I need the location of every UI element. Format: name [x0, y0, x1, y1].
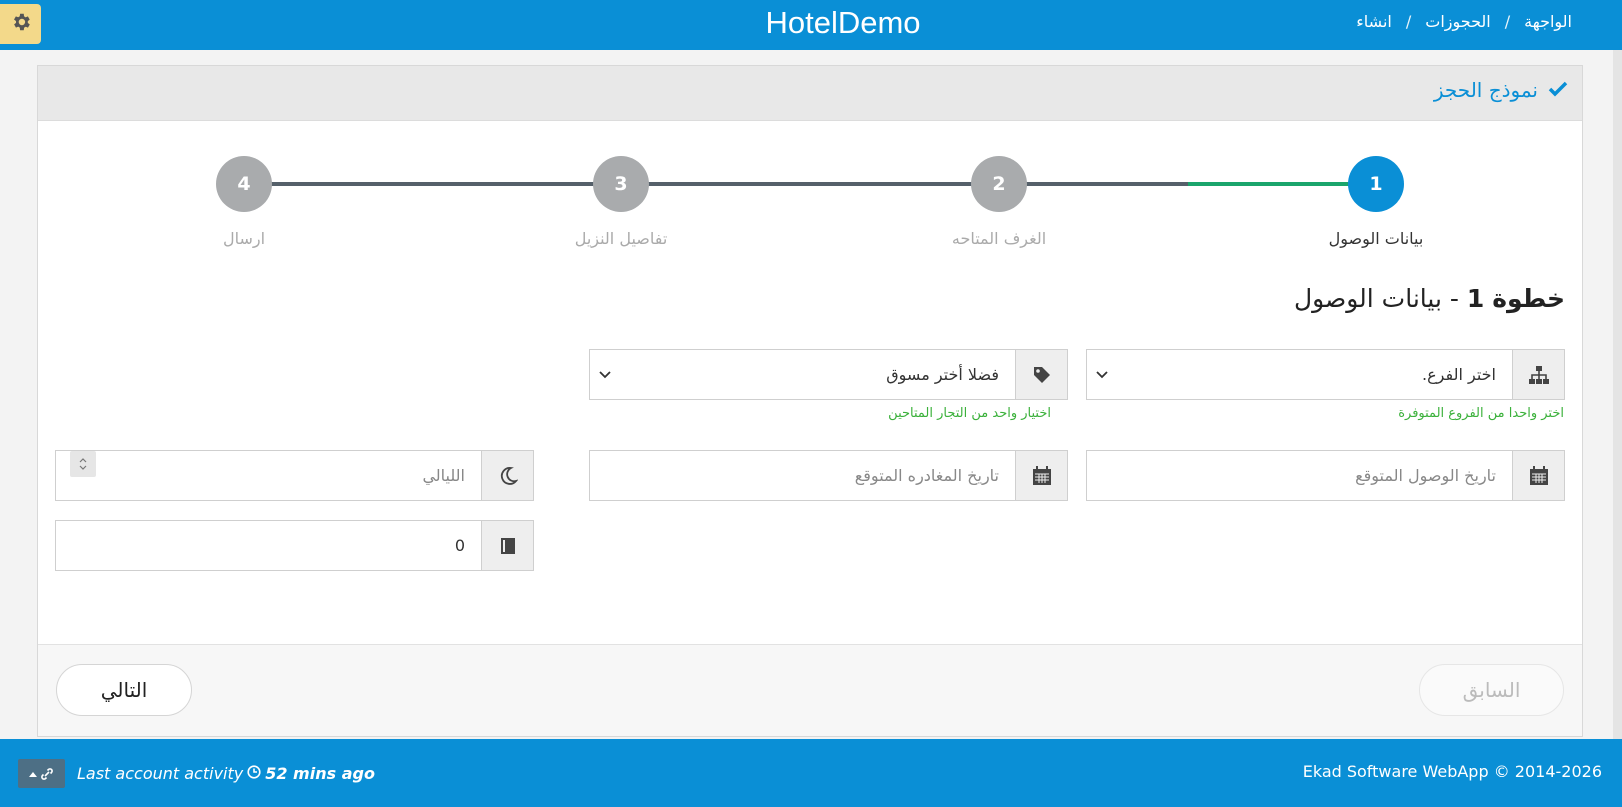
sitemap-icon: [1512, 350, 1564, 399]
breadcrumb-separator: /: [1405, 12, 1412, 31]
activity-value: 52 mins ago: [265, 764, 375, 783]
book-icon: [481, 521, 533, 570]
step-heading-number: 1: [1466, 284, 1485, 313]
moon-icon: [481, 451, 533, 500]
bottom-bar: Last account activity 52 mins ago Ekad S…: [0, 739, 1622, 807]
booking-form-panel: نموذج الحجز 1 2 3 4 بيانات الوصول الغرف …: [37, 65, 1583, 737]
step-heading-prefix: خطوة: [1492, 284, 1565, 313]
panel-title: نموذج الحجز: [1434, 78, 1568, 102]
nights-field[interactable]: الليالي: [55, 450, 534, 501]
nights-input[interactable]: الليالي: [96, 451, 481, 500]
page-scrollbar[interactable]: [1613, 50, 1622, 740]
copyright: Ekad Software WebApp © 2014-2026: [1302, 762, 1602, 781]
branch-select-value: اختر الفرع.: [1422, 365, 1496, 384]
panel-footer: السابق التالي: [38, 644, 1582, 736]
breadcrumb-bookings[interactable]: الحجوزات: [1425, 12, 1490, 31]
caret-up-icon: [29, 771, 37, 777]
step-3-circle[interactable]: 3: [593, 156, 649, 212]
activity-text: Last account activity 52 mins ago: [77, 764, 375, 783]
step-2-circle[interactable]: 2: [971, 156, 1027, 212]
step-4-circle[interactable]: 4: [216, 156, 272, 212]
marketer-select-value: فضلا أختر مسوق: [886, 365, 999, 384]
step-3-label: تفاصيل النزيل: [574, 229, 668, 248]
link-icon: [41, 767, 53, 780]
calendar-icon: [1015, 451, 1067, 500]
account-activity: Last account activity 52 mins ago: [18, 759, 375, 788]
step-1-label: بيانات الوصول: [1328, 229, 1424, 248]
step-2-label: الغرف المتاحه: [951, 229, 1047, 248]
panel-header: نموذج الحجز: [38, 66, 1582, 121]
breadcrumb: الواجهة / الحجوزات / انشاء: [1356, 12, 1572, 31]
marketer-select[interactable]: فضلا أختر مسوق: [589, 349, 1068, 400]
top-bar: HotelDemo الواجهة / الحجوزات / انشاء: [0, 0, 1622, 50]
branch-hint: اختر واحدا من الفروع المتوفرة: [1398, 406, 1564, 421]
breadcrumb-create: انشاء: [1356, 12, 1392, 31]
departure-date-field[interactable]: تاريخ المغادره المتوقع: [589, 450, 1068, 501]
activity-label: Last account activity: [77, 764, 244, 783]
step-4-label: ارسال: [222, 229, 266, 248]
chevron-down-icon: [590, 350, 620, 399]
breadcrumb-home[interactable]: الواجهة: [1524, 12, 1572, 31]
calendar-icon: [1512, 451, 1564, 500]
tag-icon: [1015, 350, 1067, 399]
count-field[interactable]: 0: [55, 520, 534, 571]
arrival-date-input[interactable]: تاريخ الوصول المتوقع: [1087, 451, 1512, 500]
panel-title-text: نموذج الحجز: [1433, 78, 1538, 102]
arrival-date-field[interactable]: تاريخ الوصول المتوقع: [1086, 450, 1565, 501]
spinner-up-icon[interactable]: [79, 458, 87, 463]
footer-toggle-button[interactable]: [18, 759, 65, 788]
departure-date-input[interactable]: تاريخ المغادره المتوقع: [590, 451, 1015, 500]
marketer-hint: اختيار واحد من التجار المتاحين: [888, 406, 1051, 421]
branch-select[interactable]: اختر الفرع.: [1086, 349, 1565, 400]
spinner-down-icon[interactable]: [79, 465, 87, 470]
check-icon: [1548, 78, 1568, 102]
step-heading: خطوة 1 - بيانات الوصول: [1294, 284, 1565, 313]
breadcrumb-separator: /: [1504, 12, 1511, 31]
clock-icon: [247, 764, 261, 783]
step-heading-text: - بيانات الوصول: [1293, 284, 1459, 313]
step-1-circle[interactable]: 1: [1348, 156, 1404, 212]
count-input[interactable]: 0: [56, 521, 481, 570]
previous-button[interactable]: السابق: [1419, 664, 1564, 716]
chevron-down-icon: [1087, 350, 1117, 399]
next-button[interactable]: التالي: [56, 664, 192, 716]
step-connector: [253, 182, 1188, 186]
number-spinner[interactable]: [70, 451, 96, 477]
